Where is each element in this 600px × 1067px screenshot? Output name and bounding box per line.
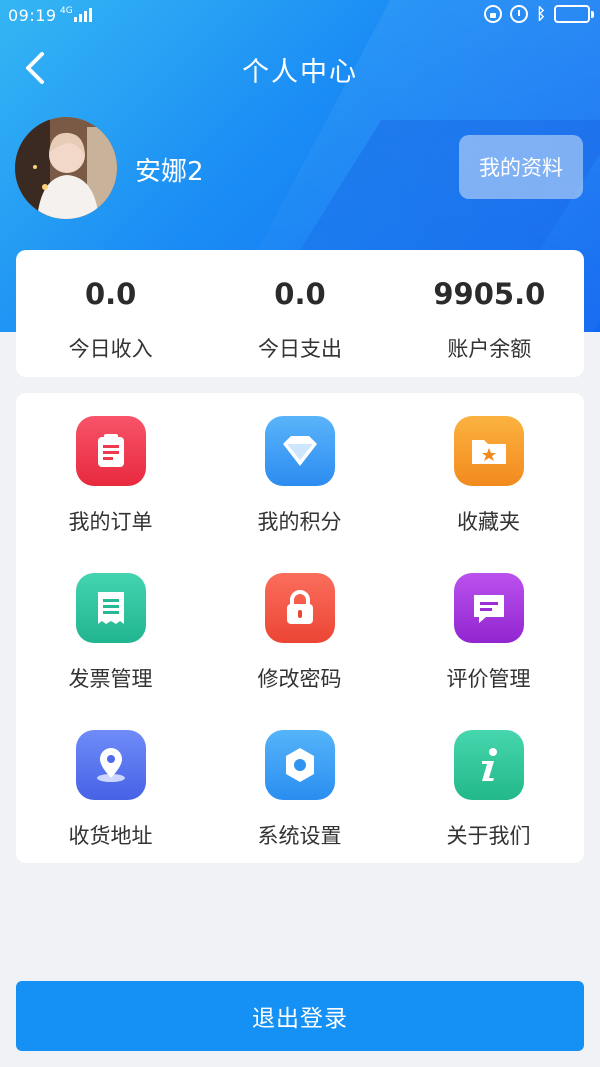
stat-today-expense: 0.0 今日支出 — [205, 250, 394, 377]
my-profile-button[interactable]: 我的资料 — [459, 135, 583, 199]
comment-icon — [454, 573, 524, 643]
invoice-icon — [76, 573, 146, 643]
menu-label: 收藏夹 — [457, 510, 520, 534]
page-title: 个人中心 — [242, 57, 358, 88]
lock-icon — [265, 573, 335, 643]
stat-label: 今日支出 — [257, 337, 342, 361]
menu-item-favorites[interactable]: 收藏夹 — [394, 393, 583, 549]
menu-item-reviews[interactable]: 评价管理 — [394, 550, 583, 706]
bluetooth-icon: ᛒ — [536, 4, 546, 23]
status-bar: 09:19 4G ᛒ — [0, 0, 600, 32]
menu-item-orders[interactable]: 我的订单 — [16, 393, 205, 549]
diamond-icon — [265, 416, 335, 486]
menu-label: 我的订单 — [68, 510, 153, 534]
menu-label: 发票管理 — [68, 667, 153, 691]
menu-item-points[interactable]: 我的积分 — [205, 393, 394, 549]
avatar[interactable] — [15, 117, 117, 219]
menu-label: 收货地址 — [68, 824, 153, 848]
signal-icon — [74, 8, 92, 22]
stat-value: 9905.0 — [433, 277, 546, 311]
stat-label: 账户余额 — [447, 337, 532, 361]
order-icon — [76, 416, 146, 486]
gear-icon — [265, 730, 335, 800]
menu-item-change-password[interactable]: 修改密码 — [205, 550, 394, 706]
location-icon — [76, 730, 146, 800]
network-type: 4G — [60, 6, 73, 16]
menu-label: 我的积分 — [257, 510, 342, 534]
stat-value: 0.0 — [274, 277, 326, 311]
info-icon — [454, 730, 524, 800]
rotation-lock-icon — [484, 5, 503, 23]
alarm-icon — [510, 5, 529, 23]
menu-label: 评价管理 — [446, 667, 531, 691]
menu-grid: 我的订单 我的积分 收藏夹 发票管理 修改密码 评价管理 收货地址 系统设置 关… — [16, 393, 584, 863]
stat-label: 今日收入 — [68, 337, 153, 361]
menu-item-about-us[interactable]: 关于我们 — [394, 707, 583, 863]
menu-item-invoice[interactable]: 发票管理 — [16, 550, 205, 706]
status-time: 09:19 — [8, 6, 57, 25]
menu-label: 修改密码 — [257, 667, 342, 691]
stat-today-income: 0.0 今日收入 — [16, 250, 205, 377]
battery-icon — [554, 5, 594, 23]
username: 安娜2 — [135, 157, 204, 187]
menu-label: 关于我们 — [446, 824, 531, 848]
menu-label: 系统设置 — [257, 824, 342, 848]
folder-star-icon — [454, 416, 524, 486]
menu-item-settings[interactable]: 系统设置 — [205, 707, 394, 863]
stats-card: 0.0 今日收入 0.0 今日支出 9905.0 账户余额 — [16, 250, 584, 377]
stat-account-balance: 9905.0 账户余额 — [395, 250, 584, 377]
logout-button[interactable]: 退出登录 — [16, 981, 584, 1051]
stat-value: 0.0 — [84, 277, 137, 311]
menu-item-address[interactable]: 收货地址 — [16, 707, 205, 863]
